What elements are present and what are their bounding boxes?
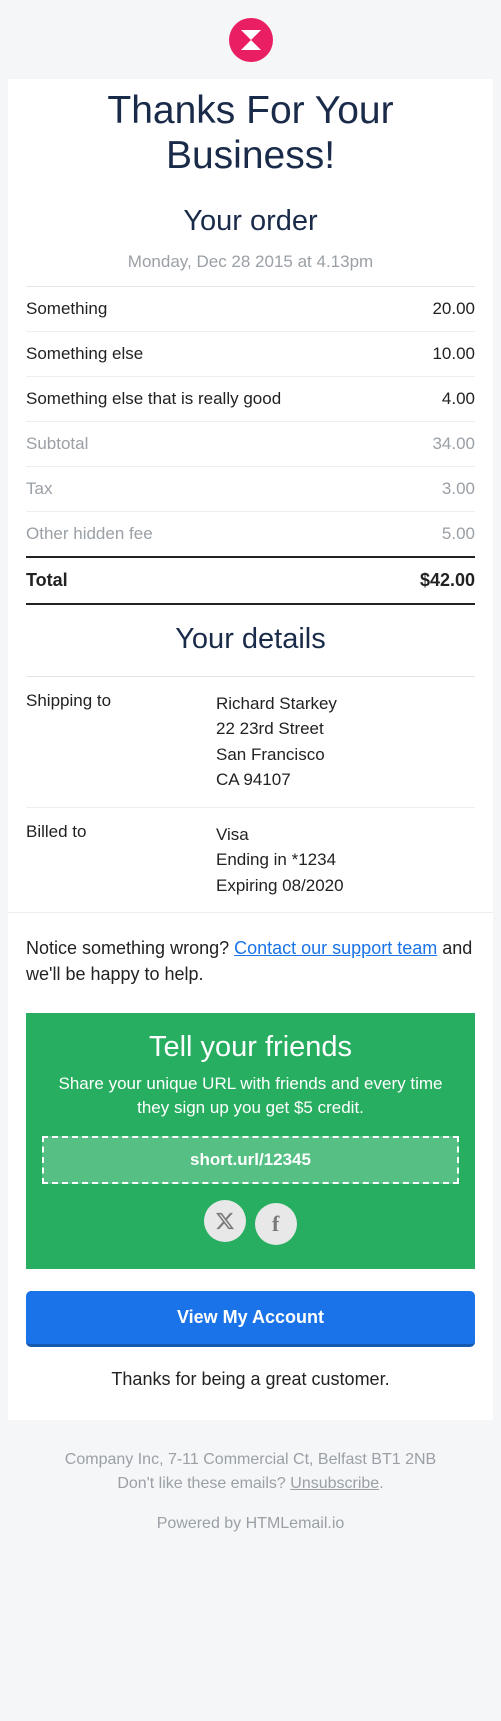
total-label: Total [26, 570, 68, 591]
order-heading: Your order [8, 187, 493, 244]
shipping-address: Richard Starkey 22 23rd Street San Franc… [216, 691, 337, 793]
support-notice: Notice something wrong? Contact our supp… [8, 912, 493, 987]
fee-price: 34.00 [432, 434, 475, 454]
shipping-row: Shipping to Richard Starkey 22 23rd Stre… [26, 676, 475, 807]
closing-text: Thanks for being a great customer. [8, 1347, 493, 1390]
unsubscribe-link[interactable]: Unsubscribe [290, 1475, 379, 1492]
share-x-button[interactable] [204, 1200, 246, 1242]
item-price: 4.00 [442, 389, 475, 409]
company-address: Company Inc, 7-11 Commercial Ct, Belfast… [18, 1448, 483, 1472]
hourglass-icon [229, 18, 273, 62]
item-label: Something [26, 299, 107, 319]
fee-price: 5.00 [442, 524, 475, 544]
email-card: Thanks For Your Business! Your order Mon… [8, 79, 493, 1420]
line-item: Something 20.00 [26, 286, 475, 331]
fee-label: Subtotal [26, 434, 88, 454]
details-heading: Your details [8, 605, 493, 662]
email-footer: Company Inc, 7-11 Commercial Ct, Belfast… [0, 1420, 501, 1564]
brand-logo [229, 18, 273, 62]
shipping-label: Shipping to [26, 691, 216, 793]
subtotal-row: Subtotal 34.00 [26, 421, 475, 466]
powered-by: Powered by HTMLemail.io [18, 1496, 483, 1536]
fee-label: Other hidden fee [26, 524, 153, 544]
fee-label: Tax [26, 479, 52, 499]
item-label: Something else that is really good [26, 389, 281, 409]
x-icon [215, 1211, 235, 1231]
fee-row: Other hidden fee 5.00 [26, 511, 475, 556]
view-account-button[interactable]: View My Account [26, 1291, 475, 1347]
total-row: Total $42.00 [26, 556, 475, 605]
item-label: Something else [26, 344, 143, 364]
share-heading: Tell your friends [42, 1031, 459, 1072]
page-title: Thanks For Your Business! [8, 87, 493, 187]
item-price: 20.00 [432, 299, 475, 319]
order-date: Monday, Dec 28 2015 at 4.13pm [8, 244, 493, 286]
fee-price: 3.00 [442, 479, 475, 499]
billed-card: Visa Ending in *1234 Expiring 08/2020 [216, 822, 344, 899]
billed-row: Billed to Visa Ending in *1234 Expiring … [26, 807, 475, 913]
item-price: 10.00 [432, 344, 475, 364]
share-url[interactable]: short.url/12345 [42, 1136, 459, 1184]
total-price: $42.00 [420, 570, 475, 591]
contact-support-link[interactable]: Contact our support team [234, 938, 437, 958]
share-facebook-button[interactable]: f [255, 1203, 297, 1245]
line-item: Something else 10.00 [26, 331, 475, 376]
share-panel: Tell your friends Share your unique URL … [26, 1013, 475, 1269]
share-body: Share your unique URL with friends and e… [42, 1072, 459, 1136]
tax-row: Tax 3.00 [26, 466, 475, 511]
facebook-icon: f [272, 1211, 279, 1237]
billed-label: Billed to [26, 822, 216, 899]
line-item: Something else that is really good 4.00 [26, 376, 475, 421]
